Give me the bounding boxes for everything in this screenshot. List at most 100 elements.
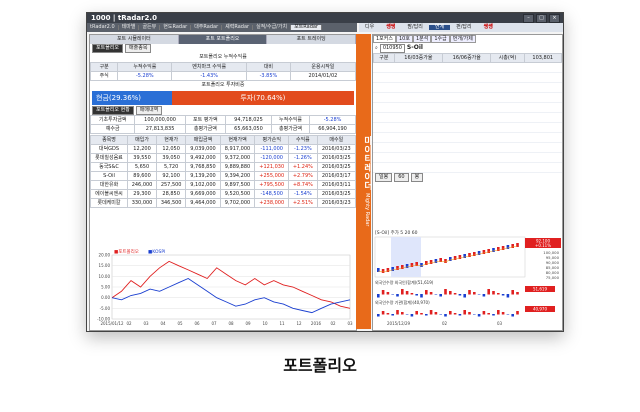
tab-trading[interactable]: 포트 트레이딩 (267, 35, 357, 44)
top-tab[interactable]: 펀/답리 (450, 25, 478, 30)
search-icon[interactable]: ⌕ (375, 45, 378, 51)
volume-bar (497, 293, 500, 295)
holdings-cell: 9,520,500 (219, 189, 256, 199)
invest-segment: 투자(70.64%) (171, 91, 354, 105)
status-cell: 94,718,025 (225, 115, 272, 125)
volume-bar (410, 293, 414, 295)
menu-item[interactable]: 대주Radar (191, 25, 223, 30)
summary-header-cell: 구분 (89, 62, 119, 72)
holdings-cell: 9,464,000 (185, 198, 221, 208)
menu-item[interactable]: 테마별 (119, 25, 140, 30)
mode-sold-button[interactable]: 매출종목 (125, 44, 152, 53)
tab-flash[interactable]: 번개/가제 (449, 35, 476, 43)
top-tab[interactable]: 디우 (359, 25, 380, 30)
period-button[interactable]: 봉 (410, 173, 424, 182)
x-tick-label: 03 (347, 321, 353, 326)
close-icon[interactable]: × (549, 13, 560, 23)
volume-bar (444, 314, 447, 317)
volume-bar (516, 311, 519, 315)
volume-bar (386, 292, 390, 295)
summary-table: 구분 누적수익률 벤치마크 수익률 대비 운용시작일 주식 -5.28% -1.… (89, 62, 357, 81)
top-tab[interactable]: 쌩쌩 (478, 25, 499, 30)
volume-bar (473, 314, 476, 315)
menu-item[interactable]: 실적/수급/가치 (253, 25, 292, 30)
status-cell: 27,813,835 (134, 124, 186, 134)
tab-simulator[interactable]: 포트 시뮬레이터 (90, 35, 179, 44)
volume-bar (439, 314, 442, 315)
candle (381, 269, 385, 273)
holdings-header-cell: 매입금액 (185, 135, 221, 145)
period-button[interactable]: 일봉 (375, 173, 393, 182)
stock-tabs: 1포커스 10호 1분석 1수급 번개/가제 (373, 35, 562, 43)
tab-supply[interactable]: 1수급 (431, 35, 450, 43)
summary-cell: 2014/01/02 (289, 71, 357, 81)
table-row[interactable]: 롯데칠성음료 39,550 39,050 9,492,000 9,372,000 -120… (90, 153, 357, 163)
tab-portfolio[interactable]: 포트 포트폴리오 (178, 35, 268, 44)
stats-header-cell: 103,801 (523, 53, 563, 63)
top-tab[interactable]: 쌩쌩 (380, 25, 401, 30)
maximize-icon[interactable]: □ (536, 13, 547, 23)
portfolio-pane: 포트 시뮬레이터 포트 포트폴리오 포트 트레이딩 포트폴리오 매출종목 포트폴… (89, 34, 357, 331)
status-table: 기초투자금액 100,000,000 포트 평가액 94,718,025 누적수익률 -5… (89, 115, 356, 134)
volume-bar (506, 314, 510, 315)
x-tick-label: 10 (262, 321, 268, 326)
table-row[interactable]: 에이블씨엔씨 29,300 28,850 9,669,000 9,520,500 -148… (90, 189, 357, 199)
tab-focus[interactable]: 1포커스 (373, 35, 396, 43)
menu-item[interactable]: 셰력Radar (222, 25, 254, 30)
status-cell: -5.28% (309, 115, 356, 125)
page-caption: 포트폴리오 (283, 356, 357, 375)
x-tick-label: 03 (143, 321, 149, 326)
stock-code-input[interactable]: 010950 (379, 43, 405, 53)
menu-item[interactable]: 포트Radar (291, 25, 322, 30)
volume-bar (458, 314, 462, 316)
stock-name: S-Oil (406, 44, 423, 51)
volume-bar (492, 291, 495, 295)
tab-10[interactable]: 10호 (395, 35, 413, 43)
tab-analysis[interactable]: 1분석 (412, 35, 432, 43)
holdings-cell: 9,897,500 (219, 180, 256, 190)
table-row[interactable]: S-Oil 89,600 92,100 9,139,200 9,394,200 +255,… (90, 171, 357, 181)
candle (444, 259, 447, 263)
menu-item[interactable]: 현도Radar (160, 25, 192, 30)
holdings-cell: 39,050 (156, 153, 187, 163)
tab-status[interactable]: 포트폴리오 현황 (92, 106, 134, 115)
holdings-cell: 346,500 (156, 198, 187, 208)
volume-bar (405, 314, 409, 315)
volume-bar (396, 310, 399, 315)
status-cell: 총평가금액 (270, 124, 311, 134)
x-tick-label: 06 (194, 321, 200, 326)
summary-title: 포트폴리오 누적수익률 (199, 54, 247, 60)
holdings-cell: +255,000 (254, 171, 290, 181)
y-tick-label: 15.00 (99, 263, 111, 268)
table-row[interactable]: 동국S&C 5,650 5,720 9,768,850 9,889,880 +121,03… (90, 162, 357, 172)
volume-bar (501, 294, 505, 296)
x-tick-label: 02 (330, 321, 336, 326)
status-cell: 100,000,000 (134, 115, 186, 125)
menu-item[interactable]: 골든뷰 (139, 25, 161, 30)
x-tick-label: 02 (442, 321, 448, 326)
menu-bar: tRadar2.0 테마별 골든뷰 현도Radar 대주Radar 셰력Rada… (87, 23, 357, 32)
top-right-tabs: 디우 쌩쌩 팜/답리 연계 펀/답리 쌩쌩 (359, 23, 563, 32)
holdings-cell: 330,000 (126, 198, 158, 208)
x-tick-label: 2015/01/12 (100, 321, 124, 326)
table-row[interactable]: 롯데케미칼 330,000 346,500 9,464,000 9,702,000 +23… (90, 198, 357, 208)
top-tab[interactable]: 연계 (428, 25, 451, 30)
table-row[interactable]: 대한유화 246,000 257,500 9,102,000 9,897,500 +795… (90, 180, 357, 190)
volume-bar (458, 294, 462, 296)
stats-header-cell: 구분 (373, 53, 395, 63)
tab-trades[interactable]: 매매내역 (135, 106, 163, 115)
holdings-cell: 89,600 (126, 171, 158, 181)
status-tabs: 포트폴리오 현황 매매내역 (90, 106, 356, 115)
summary-header-cell: 누적수익률 (117, 62, 173, 72)
strip-title: 마이티레이더 (362, 136, 372, 191)
period-button[interactable]: 60 (394, 173, 409, 182)
top-tab[interactable]: 팜/답리 (401, 25, 429, 30)
summary-cell: 주식 (89, 71, 119, 81)
menu-item[interactable]: tRadar2.0 (87, 25, 119, 30)
table-row[interactable]: 대덕GDS 12,200 12,050 9,039,000 8,917,000 -111,… (90, 144, 357, 154)
mighty-radar-strip[interactable]: 마이티레이더 Mighty Radar (356, 34, 372, 329)
mode-portfolio-button[interactable]: 포트폴리오 (92, 44, 124, 53)
y-tick-label: 20.00 (99, 253, 111, 258)
x-tick-label: 08 (228, 321, 234, 326)
minimize-icon[interactable]: – (523, 13, 534, 23)
